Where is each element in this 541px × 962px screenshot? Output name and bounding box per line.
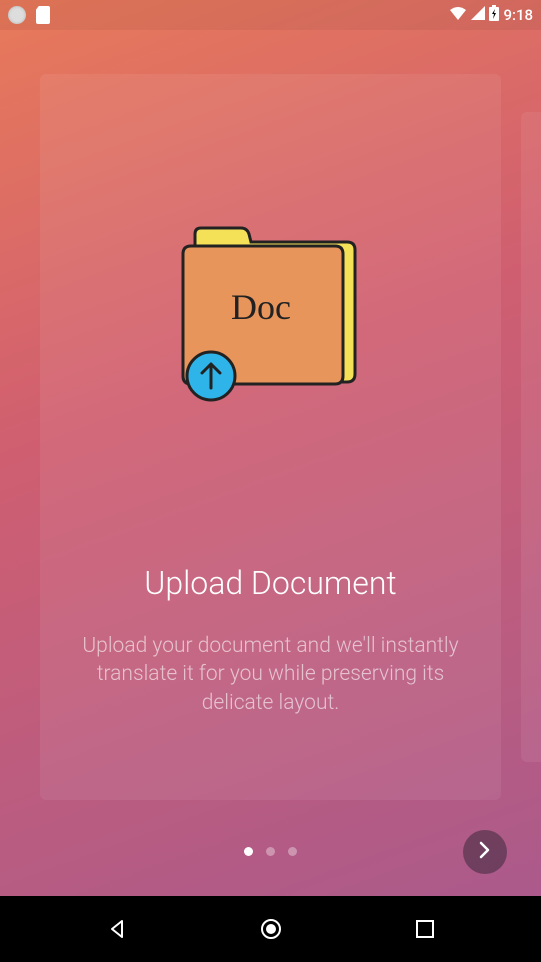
onboarding-heading: Upload Document [144,564,396,602]
app-indicator-icon [8,6,26,24]
status-bar: 9:18 [0,0,541,30]
status-left [8,6,50,24]
onboarding-card: Doc Upload Document Upload your document… [40,74,501,800]
nav-recents-button[interactable] [415,919,435,939]
battery-charging-icon [489,5,499,25]
onboarding-description: Upload your document and we'll instantly… [70,632,471,717]
next-card-peek[interactable] [521,112,541,762]
status-time: 9:18 [503,6,533,24]
next-button[interactable] [463,830,507,874]
nav-back-button[interactable] [106,918,128,940]
pagination-dot-2[interactable] [266,847,275,856]
folder-label: Doc [231,287,291,327]
chevron-right-icon [479,841,491,863]
status-right: 9:18 [449,5,533,25]
pagination-dot-1[interactable] [244,847,253,856]
nav-home-button[interactable] [259,917,283,941]
pagination-dots [0,847,541,856]
pagination-dot-3[interactable] [288,847,297,856]
sd-card-icon [36,6,50,24]
upload-document-illustration: Doc [171,224,371,414]
wifi-icon [449,6,467,24]
cell-signal-icon [471,6,485,24]
android-nav-bar [0,896,541,962]
